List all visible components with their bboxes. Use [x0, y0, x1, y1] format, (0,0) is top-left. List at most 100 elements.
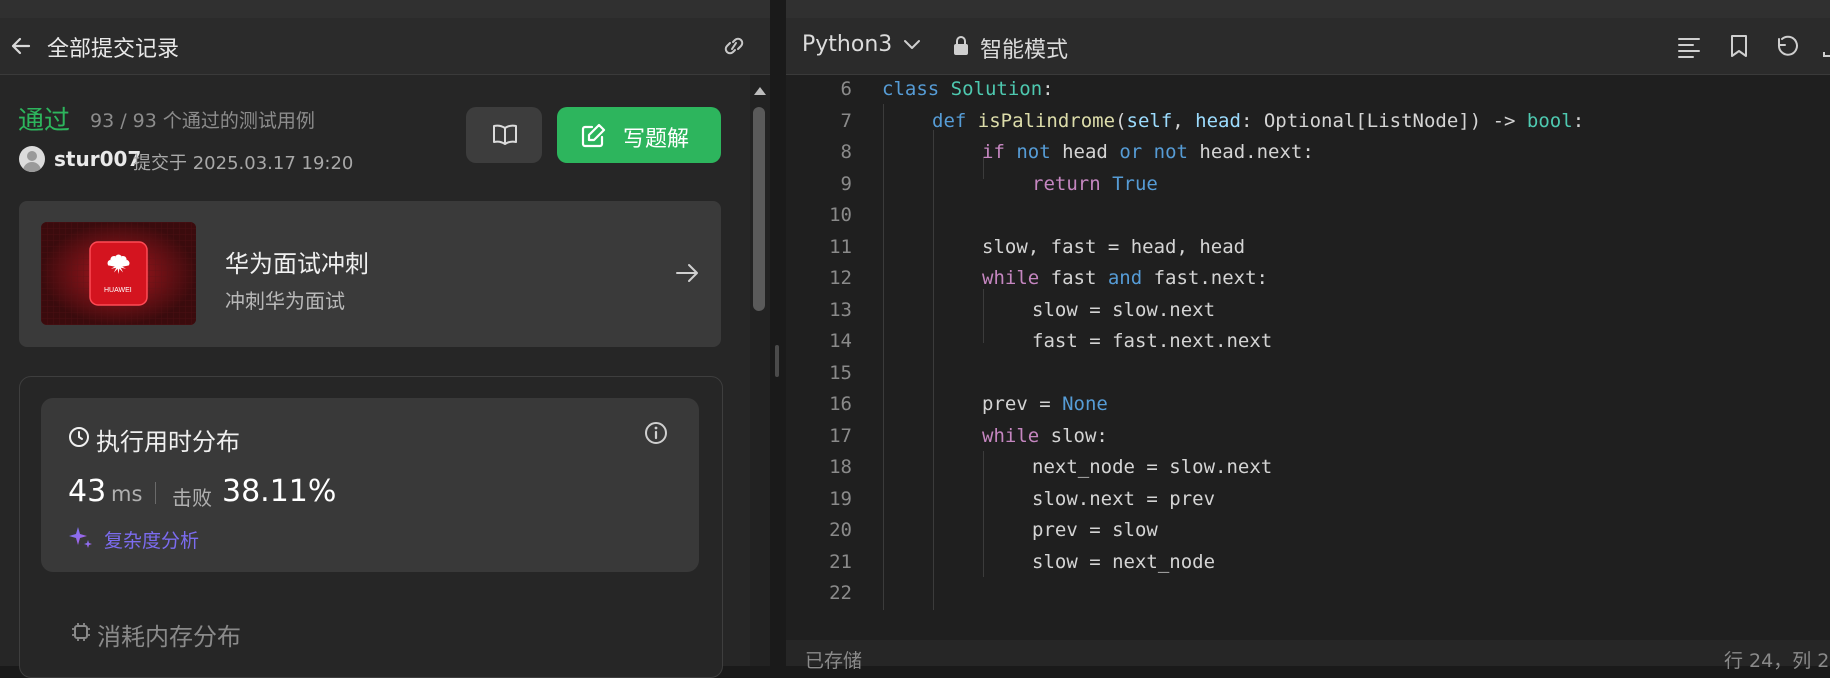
line-number: 19: [829, 488, 852, 510]
more-tool-icon[interactable]: [1822, 38, 1830, 58]
code-token: return: [1032, 173, 1101, 195]
lock-icon: [952, 35, 970, 57]
line-number: 17: [829, 425, 852, 447]
code-token: self: [1126, 110, 1173, 132]
code-line[interactable]: return True: [1032, 173, 1158, 195]
bookmark-icon[interactable]: [1728, 33, 1750, 59]
promo-subtitle: 冲刺华为面试: [225, 289, 345, 313]
code-line[interactable]: while slow:: [982, 425, 1108, 447]
panel-divider[interactable]: [770, 0, 786, 666]
code-token: :: [1572, 110, 1585, 132]
submit-time: 提交于 2025.03.17 19:20: [133, 153, 354, 174]
code-token: class: [882, 78, 940, 100]
language-select[interactable]: Python3: [802, 32, 892, 57]
line-number: 18: [829, 456, 852, 478]
write-solution-label: 写题解: [623, 127, 690, 152]
line-number: 12: [829, 267, 852, 289]
beat-label: 击败: [172, 486, 212, 510]
code-line[interactable]: slow.next = prev: [1032, 488, 1215, 510]
promo-card[interactable]: HUAWEI 华为面试冲刺 冲刺华为面试: [19, 201, 721, 347]
code-line[interactable]: slow, fast = head, head: [982, 236, 1245, 258]
code-token: if: [982, 141, 1005, 163]
book-open-icon: [490, 122, 520, 148]
code-token: while: [982, 425, 1040, 447]
edit-icon: [579, 122, 607, 150]
arrow-left-icon[interactable]: [8, 33, 34, 59]
editor-status-bar: [786, 640, 1830, 666]
runtime-value: 43: [68, 474, 107, 509]
runtime-divider: [155, 482, 156, 504]
page-title: 全部提交记录: [47, 37, 180, 62]
scrollbar-thumb[interactable]: [753, 107, 765, 311]
huawei-logo-text: HUAWEI: [104, 287, 132, 294]
code-token: bool: [1526, 110, 1573, 132]
code-token: and: [1107, 267, 1143, 289]
line-number: 9: [840, 173, 852, 195]
clock-icon: [68, 426, 90, 448]
line-number: 7: [840, 110, 852, 132]
code-token: while: [982, 267, 1040, 289]
code-token: not: [1153, 141, 1188, 163]
code-token: head: [1050, 141, 1120, 163]
line-number: 15: [829, 362, 852, 384]
line-number: 22: [829, 582, 852, 604]
code-line[interactable]: def isPalindrome(self, head: Optional[Li…: [932, 110, 1584, 132]
chevron-down-icon[interactable]: [902, 38, 922, 52]
code-line[interactable]: if not head or not head.next:: [982, 141, 1314, 163]
code-token: not: [1016, 141, 1051, 163]
code-line[interactable]: prev = slow: [1032, 519, 1158, 541]
code-line[interactable]: class Solution:: [882, 78, 1054, 100]
editor-toolbar: [786, 18, 1830, 75]
code-token: isPalindrome: [977, 110, 1116, 132]
memory-title[interactable]: 消耗内存分布: [97, 617, 241, 652]
code-token: ,: [1172, 110, 1196, 132]
code-line[interactable]: while fast and fast.next:: [982, 267, 1268, 289]
link-icon[interactable]: [720, 33, 748, 59]
write-solution-button[interactable]: 写题解: [557, 107, 721, 163]
runtime-title: 执行用时分布: [96, 428, 240, 456]
line-number: 10: [829, 204, 852, 226]
scroll-up-icon[interactable]: [753, 86, 767, 96]
line-number: 20: [829, 519, 852, 541]
status-badge: 通过: [18, 106, 71, 136]
code-line[interactable]: prev = None: [982, 393, 1108, 415]
avatar[interactable]: [19, 146, 45, 172]
code-token: def: [932, 110, 967, 132]
smart-mode-label[interactable]: 智能模式: [980, 32, 1068, 64]
code-line[interactable]: slow = next_node: [1032, 551, 1215, 573]
sparkle-icon: [68, 524, 94, 550]
code-token: fast.next:: [1142, 267, 1269, 289]
code-token: head: [1195, 110, 1241, 132]
indent-guide: [883, 104, 884, 610]
code-token: Solution: [950, 78, 1043, 100]
divider-grip[interactable]: [775, 345, 779, 377]
indent-guide: [983, 289, 984, 343]
code-token: :: [1042, 78, 1054, 100]
code-token: slow:: [1039, 425, 1108, 447]
code-line[interactable]: fast = fast.next.next: [1032, 330, 1272, 352]
code-token: None: [1062, 393, 1108, 415]
code-token: fast: [1039, 267, 1108, 289]
saved-status: 已存储: [805, 650, 863, 672]
username[interactable]: stur007: [54, 147, 141, 171]
code-token: prev =: [982, 393, 1063, 415]
undo-icon[interactable]: [1774, 33, 1800, 59]
info-icon[interactable]: [643, 420, 669, 446]
code-token: head.next:: [1187, 141, 1314, 163]
line-number: 13: [829, 299, 852, 321]
code-line[interactable]: slow = slow.next: [1032, 299, 1215, 321]
line-number: 16: [829, 393, 852, 415]
code-line[interactable]: next_node = slow.next: [1032, 456, 1272, 478]
complexity-analysis-link[interactable]: 复杂度分析: [104, 526, 199, 553]
cursor-position: 行 24，列 2: [1724, 650, 1830, 672]
chip-icon: [70, 621, 92, 643]
line-number: 14: [829, 330, 852, 352]
format-icon[interactable]: [1676, 35, 1702, 59]
runtime-card[interactable]: 执行用时分布 43 ms 击败 38.11% 复杂度分析: [41, 398, 699, 572]
promo-image: HUAWEI: [41, 222, 196, 325]
test-cases-count: 93 / 93 个通过的测试用例: [90, 110, 315, 132]
right-top-strip: [786, 0, 1830, 18]
line-number: 21: [829, 551, 852, 573]
solution-book-button[interactable]: [466, 107, 542, 163]
indent-guide: [983, 451, 984, 577]
